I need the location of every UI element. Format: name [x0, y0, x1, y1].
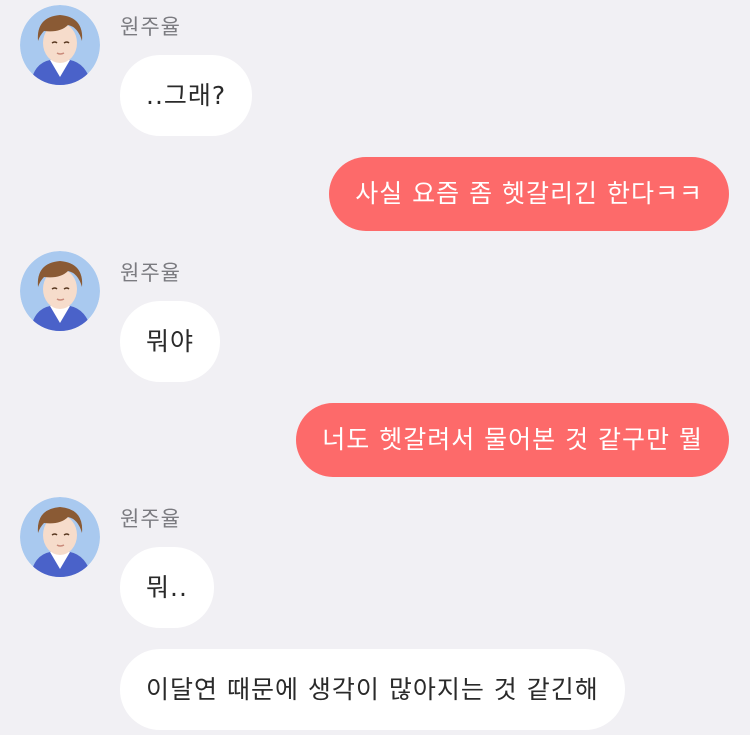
avatar-icon[interactable] [20, 251, 100, 331]
incoming-message-bubble[interactable]: 이달연 때문에 생각이 많아지는 것 같긴해 [120, 649, 625, 730]
sender-name: 원주율 [120, 261, 181, 285]
avatar-icon[interactable] [20, 497, 100, 577]
incoming-message-bubble[interactable]: 뭐야 [120, 301, 221, 382]
incoming-message-bubble[interactable]: 뭐.. [120, 547, 214, 628]
avatar-icon[interactable] [20, 5, 100, 85]
outgoing-message-bubble[interactable]: 너도 헷갈려서 물어본 것 같구만 뭘 [296, 403, 729, 477]
outgoing-message-bubble[interactable]: 사실 요즘 좀 헷갈리긴 한다ㅋㅋ [329, 157, 729, 231]
sender-name: 원주율 [120, 507, 181, 531]
chat-thread: 원주율 ..그래? 사실 요즘 좀 헷갈리긴 한다ㅋㅋ 원주율 뭐야 너도 헷갈… [0, 0, 750, 735]
incoming-message-bubble[interactable]: ..그래? [120, 55, 253, 136]
sender-name: 원주율 [120, 15, 181, 39]
